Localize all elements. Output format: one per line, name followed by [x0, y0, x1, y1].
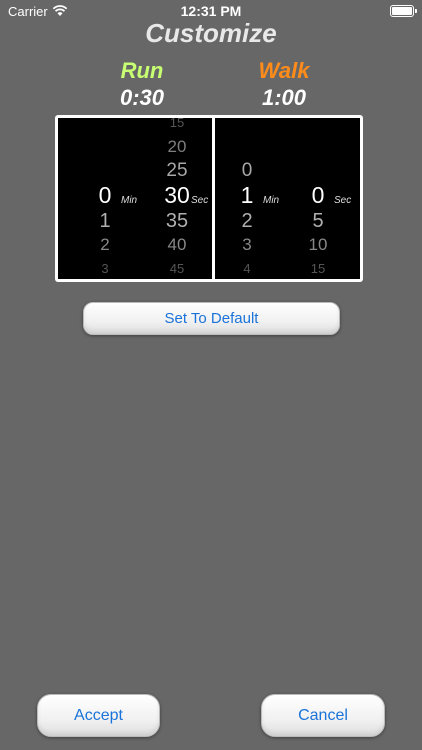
picker-option: 5: [312, 210, 324, 232]
walk-value: 1:00: [261, 85, 307, 110]
battery-icon: [390, 5, 417, 17]
walk-label: Walk: [258, 58, 310, 83]
picker-option: 2: [241, 210, 253, 232]
picker-option: 15: [310, 261, 326, 277]
run-sec-unit: Sec: [191, 195, 209, 206]
picker-option: 2: [100, 234, 110, 254]
picker-option: 0: [241, 159, 253, 181]
picker-option: 25: [166, 159, 188, 181]
run-header: Run 0:30: [62, 58, 222, 112]
cancel-button[interactable]: Cancel: [261, 694, 385, 737]
picker-option: 20: [167, 136, 187, 156]
picker-option: 15: [169, 118, 185, 131]
picker-option: 3: [101, 261, 109, 277]
page-title: Customize: [145, 18, 277, 48]
picker-option: 35: [165, 210, 189, 232]
set-default-button[interactable]: Set To Default: [83, 302, 340, 335]
run-picker: 0123 Min 15 20 25 30 35 40 45 Sec: [58, 118, 212, 279]
picker-option: 4: [243, 261, 251, 277]
picker-option: 45: [169, 261, 185, 277]
picker-option: 10: [308, 234, 328, 254]
picker-option: 40: [167, 234, 187, 254]
accept-button[interactable]: Accept: [37, 694, 160, 737]
walk-sec-unit: Sec: [334, 195, 352, 206]
run-value: 0:30: [119, 85, 165, 110]
run-label: Run: [120, 58, 164, 83]
clock: 12:31 PM: [180, 3, 242, 19]
picker-option: 1: [99, 210, 111, 232]
run-min-unit: Min: [121, 195, 138, 206]
picker-option: 3: [242, 234, 252, 254]
walk-min-unit: Min: [263, 195, 280, 206]
walk-header: Walk 1:00: [204, 58, 364, 112]
time-picker: 0123 Min 15 20 25 30 35 40 45 Sec 01234 Min 05…: [55, 115, 363, 282]
walk-picker: 01234 Min 0 5 10 15 Sec: [215, 118, 360, 279]
